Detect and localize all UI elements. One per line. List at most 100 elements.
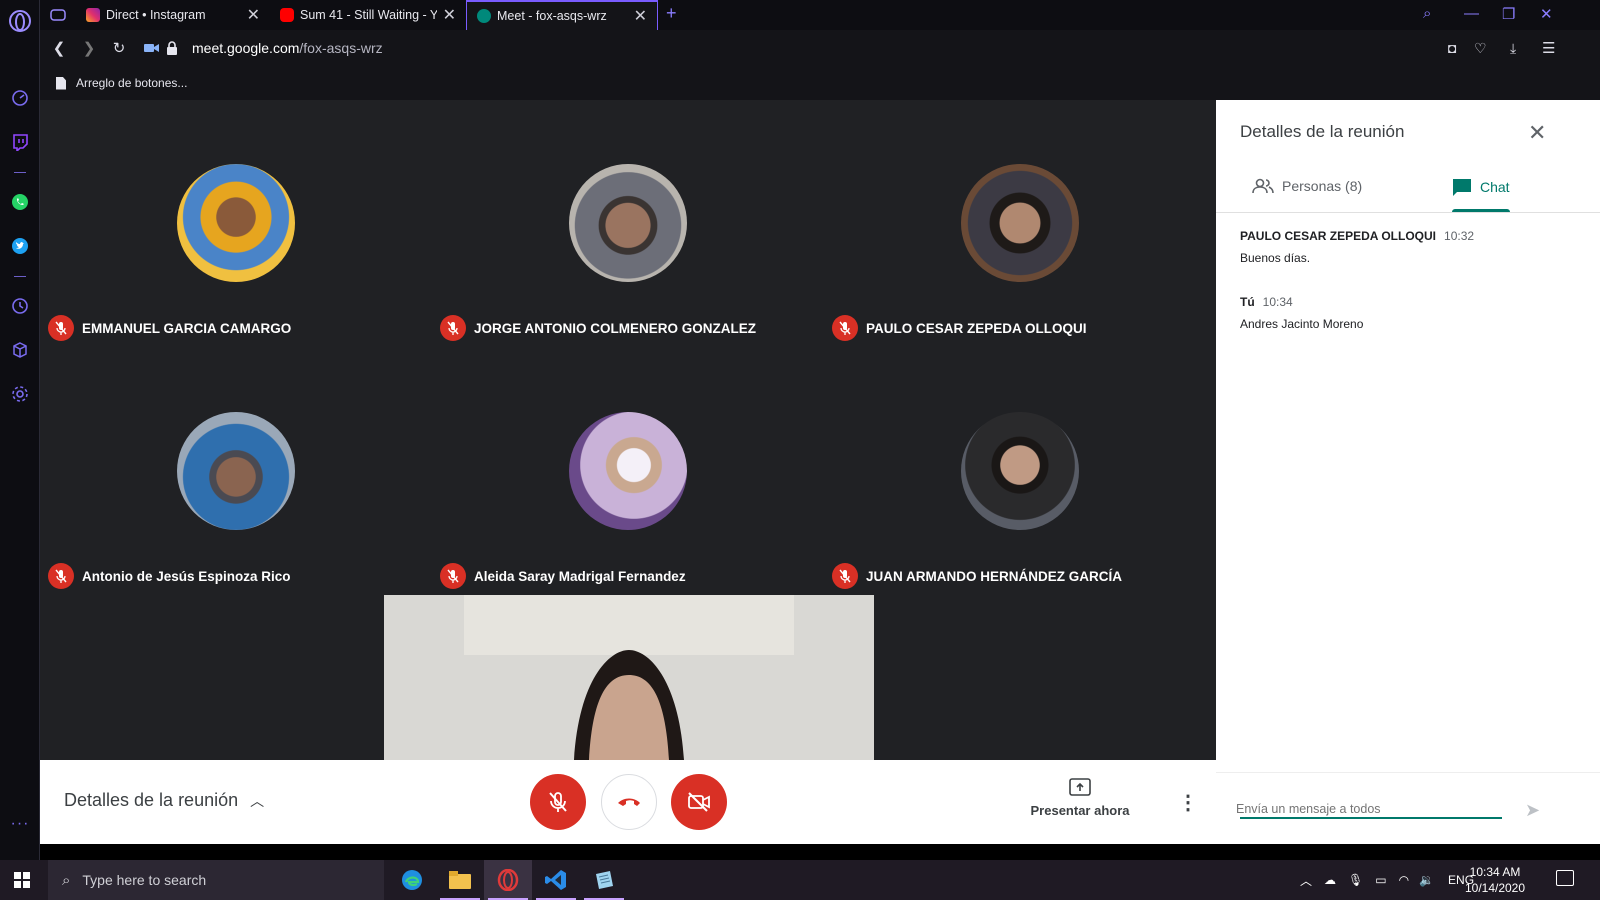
avatar [961,164,1079,282]
send-icon[interactable]: ➤ [1525,800,1540,821]
new-tab-button[interactable]: + [666,3,677,24]
close-panel-button[interactable]: ✕ [1528,120,1546,146]
tab-label: Meet - fox-asqs-wrz [497,9,607,23]
twitch-icon[interactable] [10,132,30,152]
meet-icon [477,9,491,23]
settings-icon[interactable] [10,384,30,404]
nameplate: Antonio de Jesús Espinoza Rico [48,563,291,589]
lock-icon[interactable] [166,41,178,55]
chevron-up-icon[interactable]: ︿ [1300,872,1312,889]
tab-people-label: Personas (8) [1282,178,1363,194]
speed-dial-icon[interactable] [10,88,30,108]
camera-indicator-icon[interactable] [144,42,160,54]
panel-title: Detalles de la reunión [1240,122,1405,141]
twitter-icon[interactable] [10,236,30,256]
participant-tile[interactable]: JORGE ANTONIO COLMENERO GONZALEZ [432,100,824,348]
mic-toggle-button[interactable] [530,774,586,830]
composer-underline [1240,817,1502,819]
nameplate: Aleida Saray Madrigal Fernandez [440,563,686,589]
whatsapp-icon[interactable] [10,192,30,212]
windows-start-icon[interactable] [14,872,30,888]
search-tabs-icon[interactable]: ⌕ [1423,5,1431,22]
self-video-image [384,595,874,760]
more-icon[interactable]: ··· [10,814,30,834]
maximize-button[interactable]: ❐ [1502,5,1515,23]
edge-app-icon[interactable] [388,860,436,900]
participant-name: Aleida Saray Madrigal Fernandez [474,568,686,584]
mic-off-icon [440,315,466,341]
bookmark-item[interactable]: Arreglo de botones... [76,76,187,90]
opera-logo-icon[interactable] [9,10,31,32]
participant-tile[interactable]: Aleida Saray Madrigal Fernandez [432,348,824,596]
clock[interactable]: 10:34 AM 10/14/2020 [1450,864,1540,896]
present-screen-icon [1069,778,1091,796]
windows-taskbar: ⌕ Type here to search ︿ ☁ 🎙 ▭ ◠ 🔉 ENG 10… [0,860,1600,900]
vscode-app-icon[interactable] [532,860,580,900]
history-icon[interactable] [10,296,30,316]
clock-date: 10/14/2020 [1464,881,1526,895]
snapshot-icon[interactable]: ◘ [1448,40,1456,56]
back-button[interactable]: ❮ [44,39,74,57]
chevron-up-icon: ︿ [250,792,265,809]
meet-stage: EMMANUEL GARCIA CAMARGO JORGE ANTONIO CO… [40,100,1216,760]
workspaces-icon[interactable] [48,5,68,25]
self-video [384,595,874,760]
wifi-icon[interactable]: ◠ [1399,873,1409,887]
tab-instagram[interactable]: Direct • Instagram ✕ [76,0,270,30]
volume-icon[interactable]: 🔉 [1419,873,1434,887]
extensions-icon[interactable] [10,340,30,360]
participant-name: EMMANUEL GARCIA CAMARGO [82,320,292,336]
mic-off-icon [832,315,858,341]
download-icon[interactable]: ⤓ [1510,40,1516,57]
battery-icon[interactable]: ▭ [1375,873,1386,887]
mic-off-icon [832,563,858,589]
message-time: 10:34 [1262,295,1293,309]
avatar [961,412,1079,530]
nameplate: JORGE ANTONIO COLMENERO GONZALEZ [440,315,756,341]
chat-icon [1453,179,1471,196]
camera-toggle-button[interactable] [671,774,727,830]
taskbar-search[interactable]: ⌕ Type here to search [48,860,384,900]
tab-people[interactable]: Personas (8) [1252,178,1362,194]
mic-off-icon [48,563,74,589]
nameplate: JUAN ARMANDO HERNÁNDEZ GARCÍA [832,563,1122,589]
composer-divider [1216,772,1600,773]
close-icon[interactable]: ✕ [443,5,456,25]
present-now-button[interactable]: Presentar ahora [1030,778,1130,818]
nameplate: PAULO CESAR ZEPEDA OLLOQUI [832,315,1087,341]
message-author: PAULO CESAR ZEPEDA OLLOQUI [1240,229,1437,243]
close-window-button[interactable]: ✕ [1540,5,1553,23]
minimize-button[interactable]: — [1464,5,1479,22]
participant-name: PAULO CESAR ZEPEDA OLLOQUI [866,320,1087,336]
menu-icon[interactable]: ☰ [1542,39,1555,57]
tab-chat[interactable]: Chat [1452,178,1510,196]
participant-tile[interactable]: Antonio de Jesús Espinoza Rico [40,348,432,596]
close-icon[interactable]: ✕ [247,5,260,25]
avatar [569,412,687,530]
meeting-details-label: Detalles de la reunión [64,790,239,810]
notifications-icon[interactable] [1556,870,1574,886]
tab-label: Sum 41 - Still Waiting - You [300,8,437,22]
url-field[interactable]: meet.google.com/fox-asqs-wrz [192,40,383,56]
message-text: Buenos días. [1240,251,1311,265]
opera-app-icon[interactable] [484,860,532,900]
forward-button[interactable]: ❯ [74,39,104,57]
leave-call-button[interactable] [601,774,657,830]
chat-message-input[interactable] [1236,802,1498,816]
tab-meet[interactable]: Meet - fox-asqs-wrz ✕ [466,0,658,30]
tab-youtube[interactable]: Sum 41 - Still Waiting - You ✕ [270,0,466,30]
notepad-app-icon[interactable] [580,860,628,900]
mic-off-icon [48,315,74,341]
reload-button[interactable]: ↻ [104,39,134,57]
file-explorer-app-icon[interactable] [436,860,484,900]
meeting-details-button[interactable]: Detalles de la reunión ︿ [64,790,264,811]
heart-icon[interactable]: ♡ [1474,40,1487,57]
participant-tile[interactable]: PAULO CESAR ZEPEDA OLLOQUI [824,100,1216,348]
more-options-icon[interactable]: ⋮ [1178,790,1198,815]
participant-tile[interactable]: EMMANUEL GARCIA CAMARGO [40,100,432,348]
meeting-details-panel: Detalles de la reunión ✕ Personas (8) Ch… [1216,100,1600,844]
onedrive-icon[interactable]: ☁ [1324,873,1336,887]
close-icon[interactable]: ✕ [634,6,647,26]
microphone-icon[interactable]: 🎙 [1348,873,1363,887]
participant-tile[interactable]: JUAN ARMANDO HERNÁNDEZ GARCÍA [824,348,1216,596]
